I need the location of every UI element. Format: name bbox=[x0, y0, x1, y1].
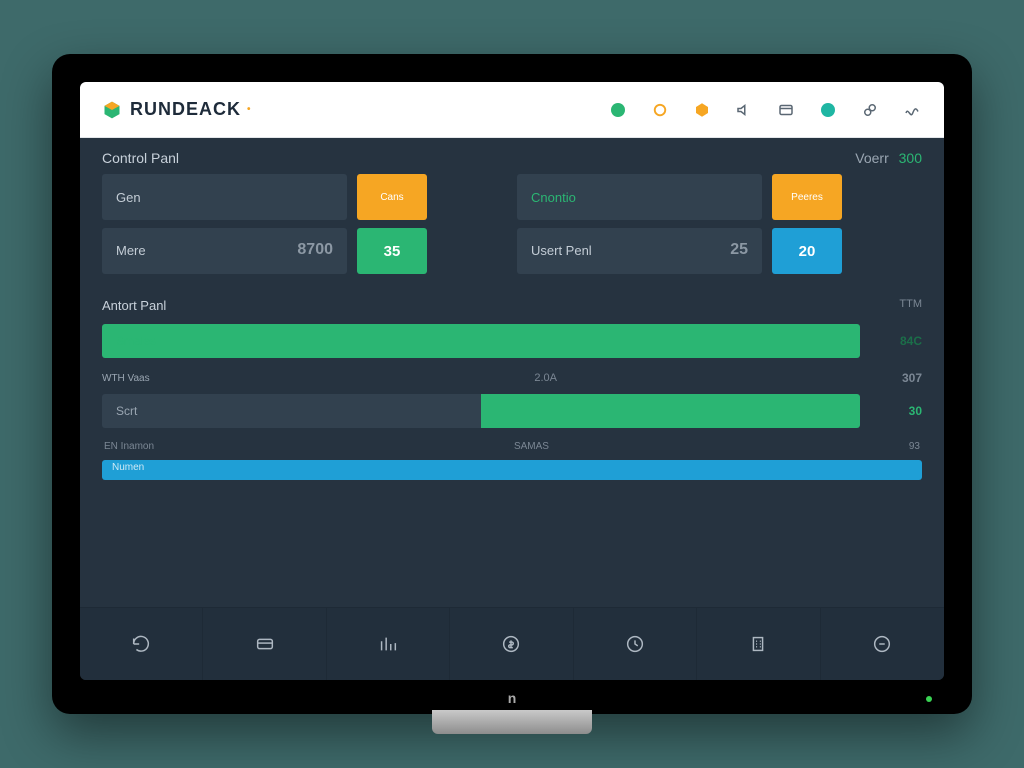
status-dot-green[interactable] bbox=[608, 100, 628, 120]
link-icon[interactable] bbox=[860, 100, 880, 120]
clock-icon bbox=[624, 633, 646, 655]
dock-building[interactable] bbox=[697, 608, 820, 680]
header-icon-bar bbox=[608, 100, 922, 120]
card-gen[interactable]: Gen bbox=[102, 174, 347, 220]
section-title: Antort Panl bbox=[102, 298, 166, 313]
chart-icon bbox=[377, 633, 399, 655]
title-bar: Control Panl Voerr 300 bbox=[80, 138, 944, 174]
bottom-dock bbox=[80, 607, 944, 680]
card-usert[interactable]: Usert Penl25 bbox=[517, 228, 762, 274]
hex-icon[interactable] bbox=[692, 100, 712, 120]
badge-icon bbox=[871, 633, 893, 655]
app-header: RUNDEACK• bbox=[80, 82, 944, 138]
bar-smales[interactable]: Smales 84C bbox=[102, 321, 922, 361]
card-icon bbox=[254, 633, 276, 655]
dock-badge[interactable] bbox=[821, 608, 944, 680]
card-icon[interactable] bbox=[776, 100, 796, 120]
chip-20[interactable]: 20 bbox=[772, 228, 842, 274]
chip-peeres[interactable]: Peeres bbox=[772, 174, 842, 220]
wave-icon[interactable] bbox=[902, 100, 922, 120]
status-dot-teal[interactable] bbox=[818, 100, 838, 120]
logo-hex-icon bbox=[102, 100, 122, 120]
status-ring-orange[interactable] bbox=[650, 100, 670, 120]
card-cnontio[interactable]: Cnontio bbox=[517, 174, 762, 220]
row-split: WTH Vaas 2.0A 307 bbox=[102, 371, 922, 385]
thin-progress[interactable]: Numen bbox=[102, 460, 922, 480]
card-mere[interactable]: Mere8700 bbox=[102, 228, 347, 274]
version-label: Voerr 300 bbox=[855, 150, 922, 166]
page-title: Control Panl bbox=[102, 150, 179, 166]
app-logo[interactable]: RUNDEACK• bbox=[102, 99, 252, 120]
app-screen: RUNDEACK• bbox=[80, 82, 944, 680]
dollar-icon bbox=[500, 633, 522, 655]
building-icon bbox=[747, 633, 769, 655]
section-title-right: TTM bbox=[899, 298, 922, 313]
tiny-row: EN Inamon SAMAS 93 bbox=[102, 441, 922, 456]
dock-chart[interactable] bbox=[327, 608, 450, 680]
chip-35[interactable]: 35 bbox=[357, 228, 427, 274]
dock-refresh[interactable] bbox=[80, 608, 203, 680]
refresh-icon bbox=[130, 633, 152, 655]
dock-clock[interactable] bbox=[574, 608, 697, 680]
bar-scrt[interactable]: Scrt 30 bbox=[102, 391, 922, 431]
activity-panel: Antort Panl TTM Smales 84C WTH Vaas 2.0A… bbox=[80, 284, 944, 492]
speaker-icon[interactable] bbox=[734, 100, 754, 120]
dock-dollar[interactable] bbox=[450, 608, 573, 680]
chip-cans[interactable]: Cans bbox=[357, 174, 427, 220]
metric-cards: Gen Mere8700 Cans 35 Cnontio Usert Penl2… bbox=[80, 174, 944, 284]
brand-name: RUNDEACK bbox=[130, 99, 241, 120]
dock-card[interactable] bbox=[203, 608, 326, 680]
